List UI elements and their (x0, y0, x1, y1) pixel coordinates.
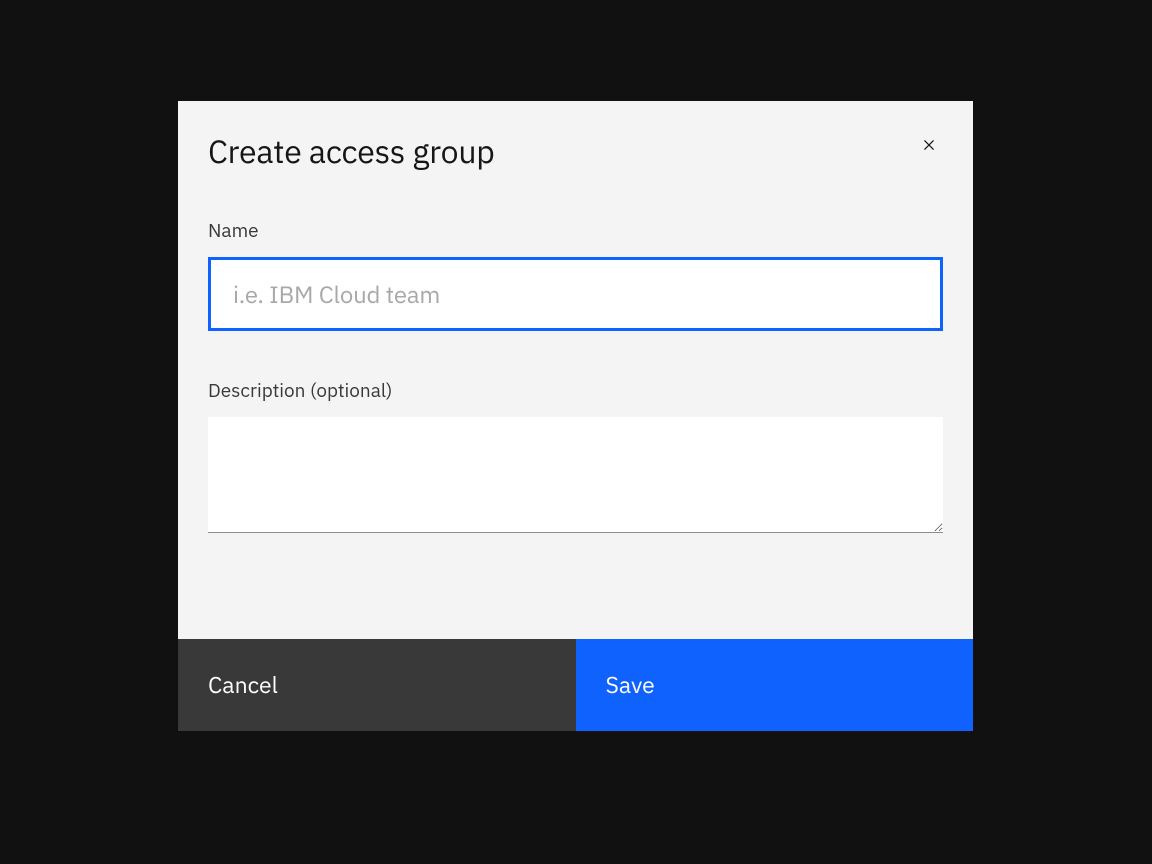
modal-title: Create access group (208, 131, 943, 171)
modal-body: Create access group Name Description (op… (178, 101, 973, 639)
close-icon (919, 135, 939, 155)
close-button[interactable] (905, 121, 953, 169)
save-button[interactable]: Save (576, 639, 974, 731)
description-label: Description (optional) (208, 379, 943, 403)
description-textarea[interactable] (208, 417, 943, 533)
name-input[interactable] (208, 257, 943, 331)
name-field-group: Name (208, 219, 943, 331)
create-access-group-modal: Create access group Name Description (op… (178, 101, 973, 731)
description-field-group: Description (optional) (208, 379, 943, 538)
name-label: Name (208, 219, 943, 243)
modal-footer: Cancel Save (178, 639, 973, 731)
cancel-button[interactable]: Cancel (178, 639, 576, 731)
description-wrapper (208, 417, 943, 538)
